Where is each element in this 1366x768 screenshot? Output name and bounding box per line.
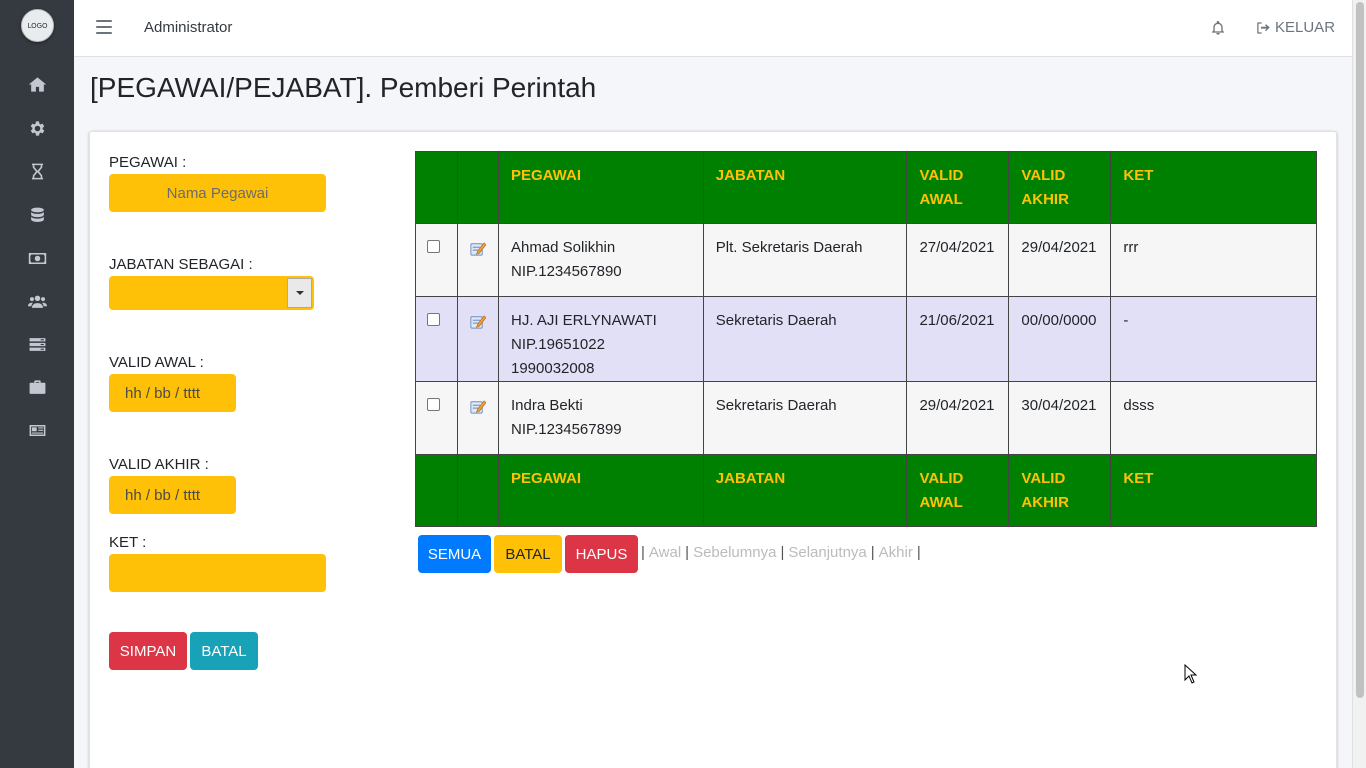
valid-akhir-input[interactable]: hh / bb / tttt	[109, 476, 236, 514]
admin-label: Administrator	[144, 19, 233, 36]
ket-input[interactable]	[109, 554, 326, 592]
hamburger-menu-icon[interactable]	[96, 20, 112, 34]
jabatan-label: JABATAN SEBAGAI :	[109, 256, 253, 273]
pemberi-perintah-table: PEGAWAI JABATAN VALID AWAL VALID AKHIR KET…	[415, 151, 1317, 527]
row-checkbox[interactable]	[427, 240, 440, 253]
edit-icon[interactable]	[469, 398, 487, 415]
simpan-button[interactable]: SIMPAN	[109, 632, 187, 670]
row-ket: -	[1110, 296, 1317, 382]
briefcase-icon[interactable]	[26, 376, 48, 398]
header-jabatan: JABATAN	[702, 151, 908, 224]
table-row[interactable]: Ahmad Solikhin NIP.1234567890 Plt. Sekret…	[415, 223, 1317, 297]
pagination: | Awal | Sebelumnya | Selanjutnya | Akhi…	[641, 544, 921, 561]
batal-button[interactable]: BATAL	[494, 535, 562, 573]
pager-awal-link[interactable]: Awal	[649, 544, 681, 561]
logout-link[interactable]: KELUAR	[1256, 19, 1335, 36]
semua-button[interactable]: SEMUA	[418, 535, 491, 573]
hapus-button[interactable]: HAPUS	[565, 535, 638, 573]
mouse-cursor-icon	[1184, 664, 1198, 684]
row-nip: NIP.1234567890	[510, 263, 622, 280]
edit-icon[interactable]	[469, 313, 487, 330]
row-ket: dsss	[1110, 381, 1317, 455]
sidebar: LOGO	[0, 0, 74, 768]
row-checkbox[interactable]	[427, 398, 440, 411]
footer-checkbox-col	[415, 454, 458, 527]
top-navbar: Administrator KELUAR	[74, 0, 1352, 57]
header-edit-col	[456, 151, 499, 224]
sign-out-icon	[1257, 21, 1270, 34]
pegawai-input[interactable]: Nama Pegawai	[109, 174, 326, 212]
table-row[interactable]: HJ. AJI ERLYNAWATI NIP.19651022 199003200…	[415, 296, 1317, 382]
pager-sebelumnya-link[interactable]: Sebelumnya	[693, 544, 776, 561]
row-nip: NIP.1234567899	[510, 421, 622, 438]
table-header-row: PEGAWAI JABATAN VALID AWAL VALID AKHIR KET	[415, 151, 1317, 224]
page-title: [PEGAWAI/PEJABAT]. Pemberi Perintah	[90, 72, 597, 103]
dropdown-arrow-icon[interactable]	[287, 278, 312, 308]
home-icon[interactable]	[26, 73, 48, 95]
gear-icon[interactable]	[26, 117, 48, 139]
row-jabatan: Sekretaris Daerah	[702, 381, 908, 455]
scrollbar[interactable]	[1352, 0, 1366, 768]
pager-selanjutnya-link[interactable]: Selanjutnya	[788, 544, 866, 561]
header-valid-akhir: VALID AKHIR	[1008, 151, 1112, 224]
header-ket: KET	[1110, 151, 1317, 224]
scrollbar-thumb[interactable]	[1356, 2, 1364, 698]
header-checkbox-col	[415, 151, 458, 224]
header-valid-awal: VALID AWAL	[906, 151, 1010, 224]
footer-jabatan: JABATAN	[702, 454, 908, 527]
database-icon[interactable]	[26, 204, 48, 226]
money-icon[interactable]	[26, 247, 48, 269]
valid-akhir-label: VALID AKHIR :	[109, 456, 209, 473]
footer-pegawai: PEGAWAI	[497, 454, 704, 527]
newspaper-icon[interactable]	[26, 419, 48, 441]
form-batal-button[interactable]: BATAL	[190, 632, 258, 670]
jabatan-select[interactable]	[109, 276, 314, 310]
footer-edit-col	[456, 454, 499, 527]
row-nip: NIP.19651022 1990032008	[510, 336, 605, 377]
row-valid-awal: 29/04/2021	[906, 381, 1010, 455]
table-row[interactable]: Indra Bekti NIP.1234567899 Sekretaris Dae…	[415, 381, 1317, 455]
row-valid-awal: 27/04/2021	[906, 223, 1010, 297]
footer-valid-akhir: VALID AKHIR	[1008, 454, 1112, 527]
row-valid-akhir: 29/04/2021	[1008, 223, 1112, 297]
users-icon[interactable]	[26, 290, 48, 312]
row-valid-akhir: 00/00/0000	[1008, 296, 1112, 382]
hourglass-icon[interactable]	[26, 160, 48, 182]
ket-label: KET :	[109, 534, 147, 551]
row-valid-awal: 21/06/2021	[906, 296, 1010, 382]
footer-valid-awal: VALID AWAL	[906, 454, 1010, 527]
valid-awal-label: VALID AWAL :	[109, 354, 204, 371]
row-name: Indra Bekti	[510, 397, 583, 414]
row-name: Ahmad Solikhin	[510, 239, 616, 256]
valid-awal-input[interactable]: hh / bb / tttt	[109, 374, 236, 412]
row-jabatan: Plt. Sekretaris Daerah	[702, 223, 908, 297]
row-jabatan: Sekretaris Daerah	[702, 296, 908, 382]
server-icon[interactable]	[26, 333, 48, 355]
footer-ket: KET	[1110, 454, 1317, 527]
row-name: HJ. AJI ERLYNAWATI	[510, 312, 657, 329]
table-footer-row: PEGAWAI JABATAN VALID AWAL VALID AKHIR KET	[415, 454, 1317, 527]
logout-label: KELUAR	[1275, 19, 1336, 36]
logo[interactable]: LOGO	[21, 9, 54, 42]
pegawai-label: PEGAWAI :	[109, 154, 187, 171]
row-ket: rrr	[1110, 223, 1317, 297]
edit-icon[interactable]	[469, 240, 487, 257]
row-valid-akhir: 30/04/2021	[1008, 381, 1112, 455]
bell-icon[interactable]	[1210, 19, 1226, 37]
row-checkbox[interactable]	[427, 313, 440, 326]
pager-akhir-link[interactable]: Akhir	[879, 544, 913, 561]
header-pegawai: PEGAWAI	[497, 151, 704, 224]
